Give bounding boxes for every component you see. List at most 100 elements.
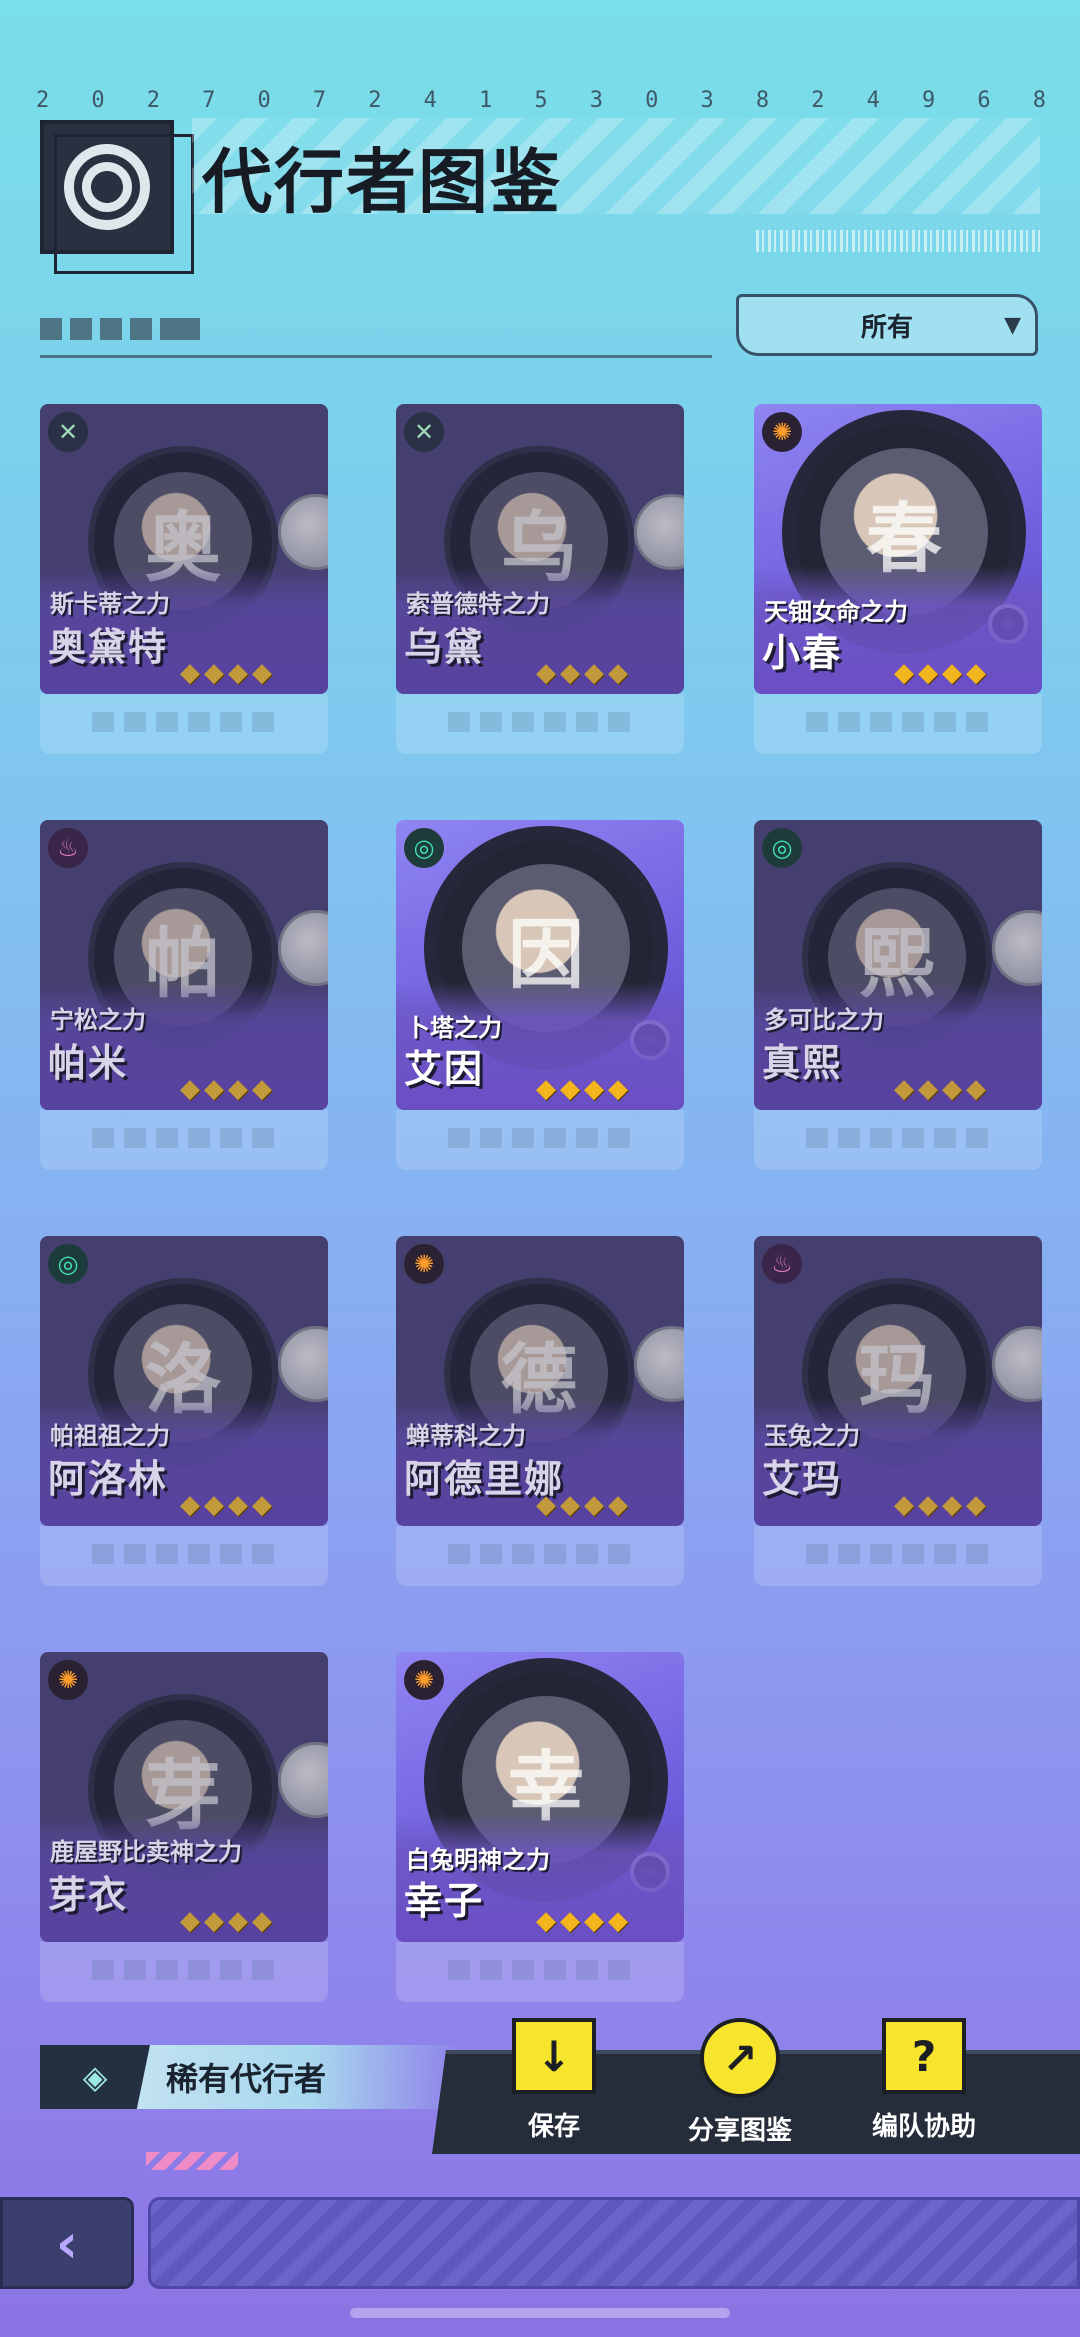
serial-number-strip: 2 0 2 7 0 7 2 4 1 5 3 0 3 8 2 4 9 6 8 bbox=[36, 88, 1046, 113]
chevron-down-icon: ▼ bbox=[1004, 313, 1021, 338]
team-assist-label: 编队协助 bbox=[872, 2112, 977, 2142]
star-icon: ◆ bbox=[608, 658, 628, 688]
search-pattern-decoration bbox=[40, 318, 200, 340]
silver-disc-icon bbox=[278, 1326, 328, 1402]
star-icon: ◆ bbox=[228, 1490, 248, 1520]
star-icon: ◆ bbox=[536, 1490, 556, 1520]
card-shadow-decoration bbox=[396, 694, 684, 754]
card-shadow-decoration bbox=[40, 1526, 328, 1586]
star-icon: ◆ bbox=[204, 1490, 224, 1520]
search-field[interactable] bbox=[40, 300, 712, 358]
star-icon: ◆ bbox=[894, 1074, 914, 1104]
rare-agents-tab[interactable]: ◈ 稀有代行者 bbox=[40, 2045, 460, 2109]
star-icon: ◆ bbox=[584, 1074, 604, 1104]
card-shadow-decoration bbox=[754, 1526, 1042, 1586]
serial-digit: 4 bbox=[423, 88, 437, 113]
share-disc-icon: ↗ bbox=[700, 2018, 780, 2098]
serial-digit: 3 bbox=[589, 88, 603, 113]
serial-digit: 2 bbox=[146, 88, 160, 113]
sun-icon: ✺ bbox=[48, 1660, 88, 1700]
compendium-logo-icon bbox=[40, 120, 194, 274]
star-icon: ◆ bbox=[942, 1074, 962, 1104]
star-icon: ◆ bbox=[204, 1074, 224, 1104]
star-icon: ◆ bbox=[252, 1074, 272, 1104]
team-assist-button[interactable]: ? 编队协助 bbox=[872, 2018, 976, 2143]
serial-digit: 0 bbox=[645, 88, 659, 113]
card-shadow-decoration bbox=[396, 1942, 684, 2002]
agent-power-label: 斯卡蒂之力 bbox=[50, 590, 170, 618]
agent-name: 奥黛特 bbox=[48, 625, 169, 669]
eye-emblem-icon: ◈ bbox=[40, 2045, 150, 2109]
filter-dropdown[interactable]: 所有 ▼ bbox=[736, 294, 1038, 356]
serial-digit: 8 bbox=[755, 88, 770, 113]
agent-card[interactable]: ◎ 因卜塔之力 艾因 ◆ ◆ ◆ ◆ bbox=[396, 820, 684, 1110]
silver-disc-icon bbox=[634, 1326, 684, 1402]
rarity-stars: ◆ ◆ ◆ ◆ bbox=[894, 1074, 986, 1104]
serial-digit: 9 bbox=[922, 88, 936, 113]
card-shadow-decoration bbox=[754, 1110, 1042, 1170]
star-icon: ◆ bbox=[608, 1490, 628, 1520]
card-shadow-decoration bbox=[396, 1526, 684, 1586]
rarity-stars: ◆ ◆ ◆ ◆ bbox=[894, 658, 986, 688]
agent-name: 幸子 bbox=[404, 1879, 485, 1923]
back-button[interactable]: ‹ bbox=[0, 2197, 134, 2289]
rarity-stars: ◆ ◆ ◆ ◆ bbox=[536, 658, 628, 688]
card-shadow-decoration bbox=[754, 694, 1042, 754]
star-icon: ◆ bbox=[180, 1906, 200, 1936]
pink-flame-icon: ♨ bbox=[762, 1244, 802, 1284]
agent-name: 真熙 bbox=[762, 1041, 843, 1085]
star-icon: ◆ bbox=[894, 1490, 914, 1520]
star-icon: ◆ bbox=[608, 1906, 628, 1936]
share-compendium-button[interactable]: ↗ 分享图鉴 bbox=[688, 2018, 792, 2147]
serial-digit: 8 bbox=[1032, 88, 1046, 113]
agent-card[interactable]: ◎ 熙多可比之力 真熙 ◆ ◆ ◆ ◆ bbox=[754, 820, 1042, 1110]
agent-name: 帕米 bbox=[48, 1041, 129, 1085]
spiral-icon: ◎ bbox=[48, 1244, 88, 1284]
serial-digit: 6 bbox=[977, 88, 991, 113]
rarity-stars: ◆ ◆ ◆ ◆ bbox=[536, 1906, 628, 1936]
agent-card[interactable]: ✕ 乌索普德特之力 乌黛 ◆ ◆ ◆ ◆ bbox=[396, 404, 684, 694]
serial-digit: 0 bbox=[257, 88, 271, 113]
card-shadow-decoration bbox=[40, 694, 328, 754]
silver-disc-icon bbox=[278, 494, 328, 570]
agent-card[interactable]: ✺ 德蝉蒂科之力 阿德里娜 ◆ ◆ ◆ ◆ bbox=[396, 1236, 684, 1526]
agent-card[interactable]: ✺ 芽鹿屋野比卖神之力 芽衣 ◆ ◆ ◆ ◆ bbox=[40, 1652, 328, 1942]
agent-card[interactable]: ◎ 洛帕祖祖之力 阿洛林 ◆ ◆ ◆ ◆ bbox=[40, 1236, 328, 1526]
agent-card[interactable]: ✺ 幸白兔明神之力 幸子 ◆ ◆ ◆ ◆ bbox=[396, 1652, 684, 1942]
serial-digit: 2 bbox=[368, 88, 382, 113]
agent-card[interactable]: ✺ 春天钿女命之力 小春 ◆ ◆ ◆ ◆ bbox=[754, 404, 1042, 694]
star-icon: ◆ bbox=[536, 1906, 556, 1936]
silver-disc-icon bbox=[992, 1326, 1042, 1402]
save-label: 保存 bbox=[527, 2112, 580, 2142]
barcode-decoration bbox=[756, 230, 1040, 252]
cards-icon: ? bbox=[882, 2018, 966, 2094]
agent-power-label: 索普德特之力 bbox=[406, 590, 550, 618]
star-icon: ◆ bbox=[584, 658, 604, 688]
star-icon: ◆ bbox=[584, 1906, 604, 1936]
rarity-stars: ◆ ◆ ◆ ◆ bbox=[536, 1490, 628, 1520]
agent-power-label: 玉兔之力 bbox=[764, 1422, 860, 1450]
rarity-stars: ◆ ◆ ◆ ◆ bbox=[894, 1490, 986, 1520]
agent-name: 乌黛 bbox=[404, 625, 485, 669]
agent-card[interactable]: ✕ 奥斯卡蒂之力 奥黛特 ◆ ◆ ◆ ◆ bbox=[40, 404, 328, 694]
star-icon: ◆ bbox=[894, 658, 914, 688]
rarity-stars: ◆ ◆ ◆ ◆ bbox=[180, 1906, 272, 1936]
agent-power-label: 鹿屋野比卖神之力 bbox=[50, 1838, 242, 1866]
agent-card[interactable]: ♨ 玛玉兔之力 艾玛 ◆ ◆ ◆ ◆ bbox=[754, 1236, 1042, 1526]
star-icon: ◆ bbox=[584, 1490, 604, 1520]
star-icon: ◆ bbox=[942, 658, 962, 688]
star-icon: ◆ bbox=[180, 658, 200, 688]
rarity-stars: ◆ ◆ ◆ ◆ bbox=[180, 1490, 272, 1520]
save-button[interactable]: ↓ 保存 bbox=[512, 2018, 596, 2143]
star-icon: ◆ bbox=[560, 1906, 580, 1936]
serial-digit: 4 bbox=[866, 88, 880, 113]
bottom-bar bbox=[148, 2197, 1080, 2289]
home-indicator bbox=[350, 2308, 730, 2318]
star-icon: ◆ bbox=[608, 1074, 628, 1104]
agent-name: 小春 bbox=[762, 631, 843, 675]
chevron-left-icon: ‹ bbox=[55, 2211, 79, 2275]
agent-card[interactable]: ♨ 帕宁松之力 帕米 ◆ ◆ ◆ ◆ bbox=[40, 820, 328, 1110]
star-icon: ◆ bbox=[180, 1074, 200, 1104]
serial-digit: 3 bbox=[700, 88, 714, 113]
agent-name: 阿洛林 bbox=[48, 1457, 169, 1501]
